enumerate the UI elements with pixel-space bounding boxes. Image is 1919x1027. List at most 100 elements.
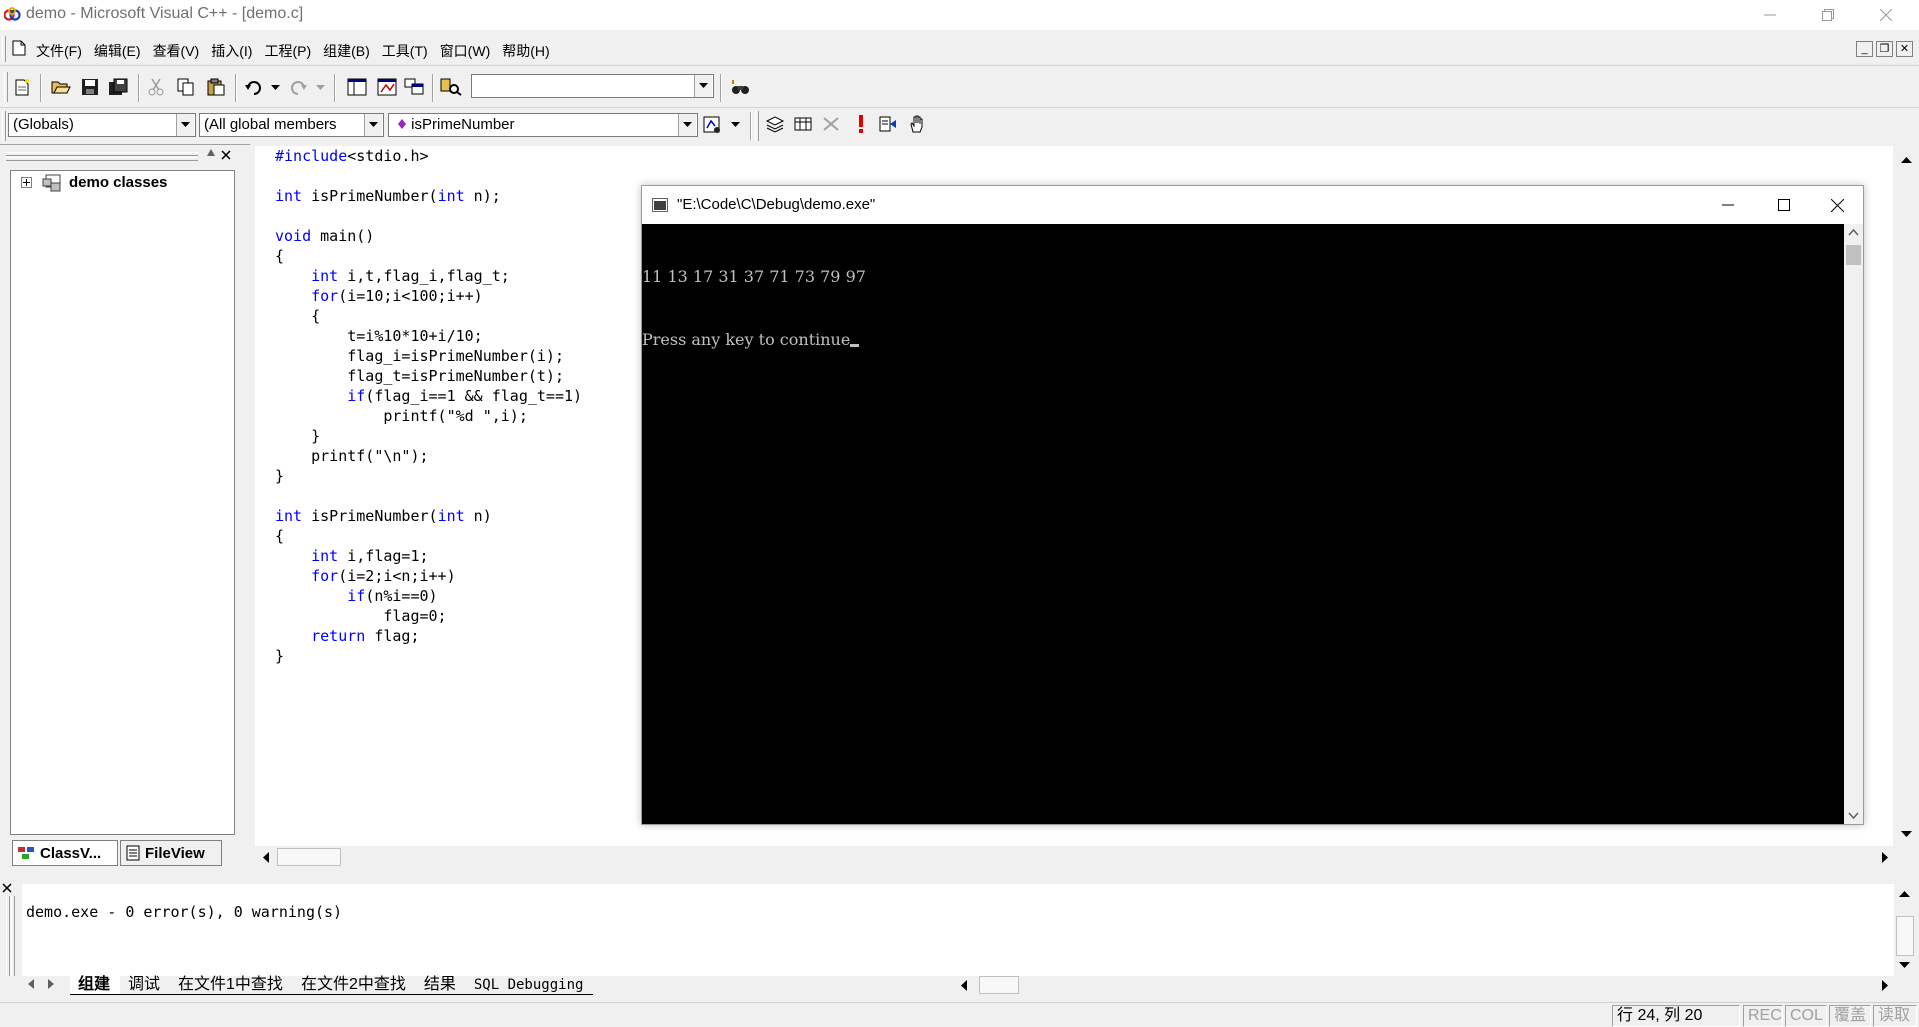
stop-build-button[interactable] [820,113,842,135]
output-dock-grip[interactable] [6,896,10,976]
workspace-close-button[interactable] [220,148,234,162]
save-button[interactable] [79,76,101,98]
member-dropdown[interactable] [678,114,696,136]
paste-button[interactable] [205,76,227,98]
output-toggle-button[interactable] [376,76,398,98]
toolbar-grip[interactable] [4,72,8,102]
output-horizontal-scrollbar[interactable] [953,976,1895,994]
minimize-icon [1722,204,1734,206]
window-list-button[interactable] [403,76,425,98]
console-minimize-button[interactable] [1700,186,1756,224]
mdi-close-button[interactable]: ✕ [1896,41,1913,57]
undo-dropdown-icon[interactable] [271,85,280,91]
output-vertical-scrollbar[interactable] [1895,884,1915,976]
scroll-up-icon[interactable] [1899,890,1910,898]
go-button[interactable] [877,113,899,135]
output-close-button[interactable] [2,880,16,894]
output-tab-scroll-right[interactable] [46,977,56,993]
filter-combo[interactable]: (All global members [199,113,384,137]
horizontal-scroll-thumb[interactable] [277,848,341,866]
tab-results[interactable]: 结果 [415,975,466,995]
tab-build[interactable]: 组建 [70,975,121,995]
console-title-bar[interactable]: "E:\Code\C\Debug\demo.exe" [642,186,1863,224]
output-scroll-thumb[interactable] [1896,916,1914,956]
wizard-action-dropdown-icon[interactable] [731,122,740,128]
find-in-files-button[interactable] [440,76,462,98]
workspace-dock-grip[interactable] [6,152,198,156]
menu-window[interactable]: 窗口(W) [434,38,497,64]
source-code[interactable]: #include<stdio.h>​int isPrimeNumber(int … [275,146,582,666]
menu-help[interactable]: 帮助(H) [496,38,555,64]
output-text-area[interactable] [22,884,1894,976]
console-window[interactable]: "E:\Code\C\Debug\demo.exe" 11 13 17 31 3… [641,185,1864,825]
mdi-restore-button[interactable]: ❐ [1876,41,1893,57]
wizard-bar-grip[interactable] [2,111,6,141]
code-line: return flag; [311,627,420,645]
scroll-down-icon[interactable] [1899,961,1910,969]
output-tab-scroll-left[interactable] [26,977,36,993]
menu-edit[interactable]: 编辑(E) [88,38,147,64]
menu-insert[interactable]: 插入(I) [205,38,258,64]
scroll-left-icon[interactable] [262,852,270,863]
find-button[interactable] [730,76,752,98]
build-button[interactable] [792,113,814,135]
chevron-down-icon[interactable] [1848,812,1859,820]
scroll-down-icon[interactable] [1901,830,1912,838]
scroll-left-icon[interactable] [960,980,968,991]
compile-button[interactable] [764,113,786,135]
class-tree[interactable] [10,170,235,835]
tab-debug[interactable]: 调试 [120,975,171,995]
workspace-toggle-button[interactable] [346,76,368,98]
redo-dropdown-icon[interactable] [316,85,325,91]
console-scrollbar[interactable] [1844,224,1863,824]
filter-dropdown[interactable] [364,114,382,136]
scroll-right-icon[interactable] [1881,980,1889,991]
workspace-window-icon [347,78,367,96]
scroll-up-icon[interactable] [1901,156,1912,164]
menu-file[interactable]: 文件(F) [30,38,88,64]
scissors-icon [148,78,164,96]
new-text-file-button[interactable] [11,76,33,98]
editor-horizontal-scrollbar[interactable] [255,848,1895,866]
mdi-minimize-button[interactable]: _ [1856,41,1873,57]
class-scope-dropdown[interactable] [176,114,194,136]
console-scroll-thumb[interactable] [1846,245,1861,265]
editor-vertical-scrollbar[interactable] [1897,152,1917,844]
menu-project[interactable]: 工程(P) [258,38,317,64]
minimize-button[interactable] [1741,0,1799,30]
cut-button[interactable] [145,76,167,98]
tree-expand-toggle[interactable] [21,177,32,188]
tab-fileview[interactable]: FileView [120,840,222,866]
find-combo-dropdown[interactable] [694,75,712,97]
menu-build[interactable]: 组建(B) [317,38,376,64]
save-all-button[interactable] [107,76,129,98]
execute-button[interactable] [850,113,872,135]
chevron-up-icon[interactable] [1848,228,1859,236]
tree-root-label[interactable]: demo classes [69,174,167,191]
menu-grip[interactable] [2,36,6,62]
scroll-right-icon[interactable] [1881,852,1889,863]
insert-breakpoint-button[interactable] [906,113,928,135]
toolbar-separator [235,74,237,102]
workspace-maximize-button[interactable] [204,148,218,162]
console-maximize-button[interactable] [1756,186,1812,224]
menu-tools[interactable]: 工具(T) [376,38,434,64]
menu-view[interactable]: 查看(V) [147,38,206,64]
build-toolbar-grip[interactable] [755,111,759,141]
tab-classview[interactable]: ClassV... [12,840,118,866]
restore-button[interactable] [1799,0,1857,30]
redo-button[interactable] [287,76,309,98]
member-combo[interactable]: isPrimeNumber [388,113,698,137]
find-combo[interactable] [471,74,714,98]
tab-find-in-files-2[interactable]: 在文件2中查找 [292,975,416,995]
console-close-button[interactable] [1812,186,1863,224]
undo-button[interactable] [243,76,265,98]
class-scope-combo[interactable]: (Globals) [8,113,196,137]
wizard-action-button[interactable] [702,114,724,136]
output-hscroll-thumb[interactable] [979,976,1019,994]
close-window-button[interactable] [1857,0,1915,30]
open-button[interactable] [50,76,72,98]
copy-button[interactable] [175,76,197,98]
tab-find-in-files-1[interactable]: 在文件1中查找 [170,975,293,995]
tab-sql-debugging[interactable]: SQL Debugging [465,975,594,995]
